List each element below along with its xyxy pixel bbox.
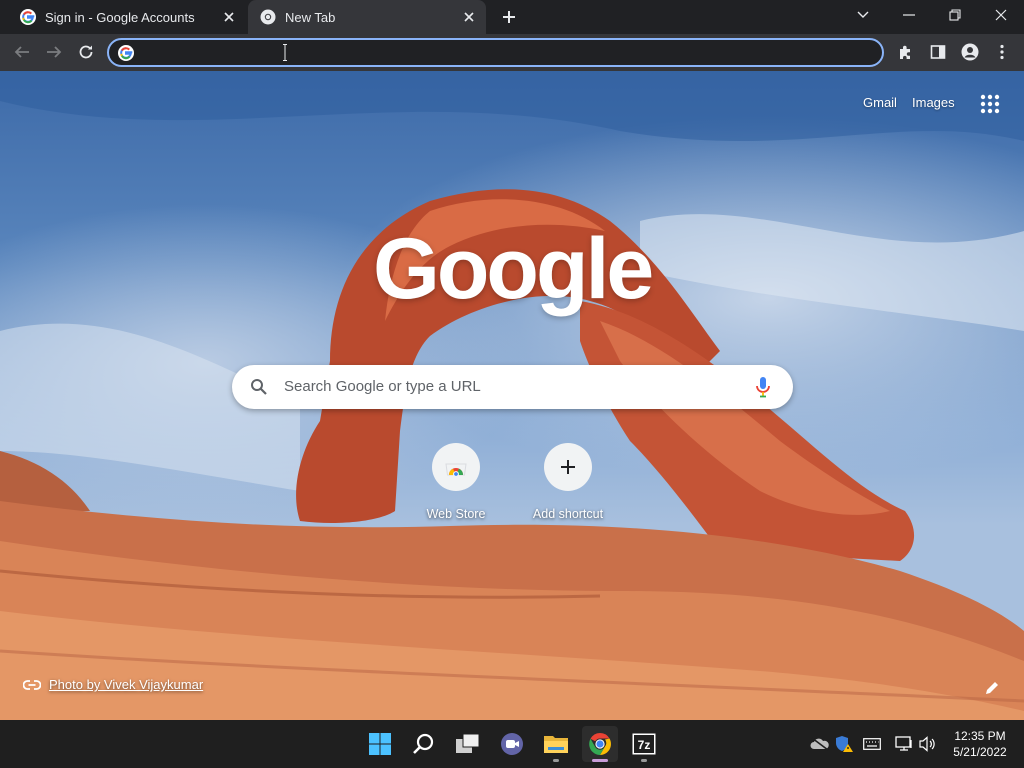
back-arrow-icon [14,46,29,58]
link-icon [23,679,41,690]
gmail-link[interactable]: Gmail [863,95,897,110]
security-warning-icon[interactable] [834,734,854,754]
google-apps-icon[interactable] [979,93,1001,115]
profile-icon [961,43,979,61]
google-logo: Google [373,221,654,317]
profile-button[interactable] [956,38,984,66]
close-window-button[interactable] [978,0,1024,30]
tab-title: New Tab [285,9,336,25]
close-icon [995,9,1007,21]
minimize-button[interactable] [886,0,932,30]
chrome-icon [260,9,276,25]
search-icon[interactable] [406,726,442,762]
voice-search-icon[interactable] [754,376,772,398]
tab-search-chevron-icon [857,11,869,18]
menu-icon [1000,44,1004,60]
ntp-search-box[interactable]: Search Google or type a URL [232,365,793,409]
teams-chat-icon[interactable] [494,726,530,762]
shortcut-label: Web Store [426,507,486,521]
side-panel-button[interactable] [924,38,952,66]
photo-attribution[interactable]: Photo by Vivek Vijaykumar [23,677,203,692]
forward-arrow-icon [47,46,62,58]
shortcut-web-store[interactable]: Web Store [400,441,512,531]
tab-search-button[interactable] [840,0,886,30]
plus-icon [503,11,515,23]
new-tab-page: Gmail Images Google Search Google or typ… [0,71,1024,720]
tab-strip: Sign in - Google Accounts New Tab [0,0,1024,34]
extensions-button[interactable] [892,38,920,66]
customize-pencil-icon[interactable] [982,678,1002,698]
system-clock[interactable]: 12:35 PM 5/21/2022 [945,728,1015,760]
reload-button[interactable] [72,38,100,66]
network-icon[interactable] [894,734,914,754]
browser-toolbar [0,34,1024,71]
restore-button[interactable] [932,0,978,30]
tab-sign-in-google-accounts[interactable]: Sign in - Google Accounts [8,0,246,34]
seven-zip-label: 7z [638,738,651,752]
new-tab-button[interactable] [498,6,520,28]
task-view-icon[interactable] [450,726,486,762]
clock-date: 5/21/2022 [953,745,1007,759]
windows-start-icon[interactable] [362,726,398,762]
address-input[interactable] [141,43,845,65]
restore-icon [949,9,961,21]
onedrive-offline-icon[interactable] [810,734,830,754]
forward-button[interactable] [40,38,68,66]
attribution-text[interactable]: Photo by Vivek Vijaykumar [49,677,203,692]
tab-title: Sign in - Google Accounts [45,9,195,25]
search-placeholder: Search Google or type a URL [284,378,481,395]
file-explorer-icon[interactable] [538,726,574,762]
reload-icon [79,45,93,59]
search-icon [251,379,267,395]
google-g-icon [20,9,36,25]
chrome-menu-button[interactable] [988,38,1016,66]
side-panel-icon [930,45,946,59]
address-bar[interactable] [107,38,884,67]
google-g-icon [118,45,134,61]
shortcut-label: Add shortcut [532,507,604,521]
images-link[interactable]: Images [912,95,955,110]
shortcut-add[interactable]: Add shortcut [512,441,624,531]
volume-icon[interactable] [918,734,938,754]
7zip-icon[interactable]: 7z [626,726,662,762]
web-store-icon [432,443,480,491]
keyboard-icon[interactable] [862,734,882,754]
tab-close-icon[interactable] [458,6,480,28]
windows-taskbar: 7z 12:35 PM 5/21/2022 [0,720,1024,768]
text-cursor-icon [283,44,287,61]
minimize-icon [903,14,915,16]
plus-icon [544,443,592,491]
extensions-icon [900,45,910,59]
clock-time: 12:35 PM [954,729,1006,743]
chrome-icon[interactable] [582,726,618,762]
back-button[interactable] [8,38,36,66]
tab-new-tab[interactable]: New Tab [248,0,486,34]
tab-close-icon[interactable] [218,6,240,28]
